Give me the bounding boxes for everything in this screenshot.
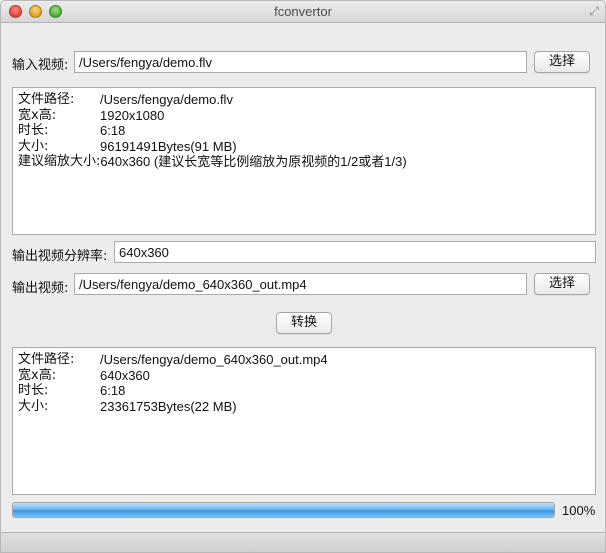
convert-button[interactable]: 转换 xyxy=(276,312,332,334)
info-row: 时长: 6:18 xyxy=(18,383,590,399)
duration-value: 6:18 xyxy=(100,383,126,398)
path-key: 文件路径: xyxy=(18,92,75,107)
output-resolution-label: 输出视频分辨率: xyxy=(12,249,108,264)
output-resolution-field[interactable]: 640x360 xyxy=(114,241,596,263)
path-value: /Users/fengya/demo_640x360_out.mp4 xyxy=(100,352,328,367)
title-bar[interactable]: fconvertor ⤢ xyxy=(1,1,605,23)
status-bar xyxy=(1,532,605,552)
filesize-value: 96191491Bytes(91 MB) xyxy=(100,138,237,154)
choose-output-button[interactable]: 选择 xyxy=(534,273,590,295)
duration-key: 时长: xyxy=(18,123,49,138)
output-info-panel: 文件路径: /Users/fengya/demo_640x360_out.mp4… xyxy=(12,347,596,495)
duration-value: 6:18 xyxy=(100,123,126,138)
input-info-panel: 文件路径: /Users/fengya/demo.flv 宽x高: 1920x1… xyxy=(12,87,596,235)
dimension-key: 宽x高: xyxy=(18,367,57,383)
info-row: 宽x高: 1920x1080 xyxy=(18,108,590,124)
conversion-progress-bar xyxy=(12,502,555,518)
input-video-path-field[interactable]: /Users/fengya/demo.flv xyxy=(74,51,527,73)
info-row: 文件路径: /Users/fengya/demo_640x360_out.mp4 xyxy=(18,352,590,368)
output-video-label: 输出视频: xyxy=(12,281,69,296)
info-row: 大小: 23361753Bytes(22 MB) xyxy=(18,399,590,415)
info-row: 建议缩放大小: 640x360 (建议长宽等比例缩放为原视频的1/2或者1/3) xyxy=(18,154,590,170)
output-video-path-field[interactable]: /Users/fengya/demo_640x360_out.mp4 xyxy=(74,273,527,295)
info-row: 大小: 96191491Bytes(91 MB) xyxy=(18,139,590,155)
filesize-key: 大小: xyxy=(18,138,49,154)
path-value: /Users/fengya/demo.flv xyxy=(100,92,233,107)
app-window: fconvertor ⤢ 输入视频: /Users/fengya/demo.fl… xyxy=(0,0,606,553)
fullscreen-icon[interactable]: ⤢ xyxy=(589,4,599,19)
choose-input-button[interactable]: 选择 xyxy=(534,51,590,73)
filesize-key: 大小: xyxy=(18,398,49,414)
dimension-value: 1920x1080 xyxy=(100,107,165,123)
path-key: 文件路径: xyxy=(18,352,75,367)
info-row: 文件路径: /Users/fengya/demo.flv xyxy=(18,92,590,108)
duration-key: 时长: xyxy=(18,383,49,398)
suggest-key: 建议缩放大小: xyxy=(18,154,101,169)
info-row: 宽x高: 640x360 xyxy=(18,368,590,384)
dimension-value: 640x360 xyxy=(100,367,150,383)
suggest-value: 640x360 (建议长宽等比例缩放为原视频的1/2或者1/3) xyxy=(100,154,407,169)
info-row: 时长: 6:18 xyxy=(18,123,590,139)
window-title: fconvertor xyxy=(274,4,332,19)
filesize-value: 23361753Bytes(22 MB) xyxy=(100,398,237,414)
dimension-key: 宽x高: xyxy=(18,107,57,123)
progress-percent: 100% xyxy=(562,503,596,518)
progress-fill xyxy=(13,503,554,517)
input-video-label: 输入视频: xyxy=(12,58,69,73)
